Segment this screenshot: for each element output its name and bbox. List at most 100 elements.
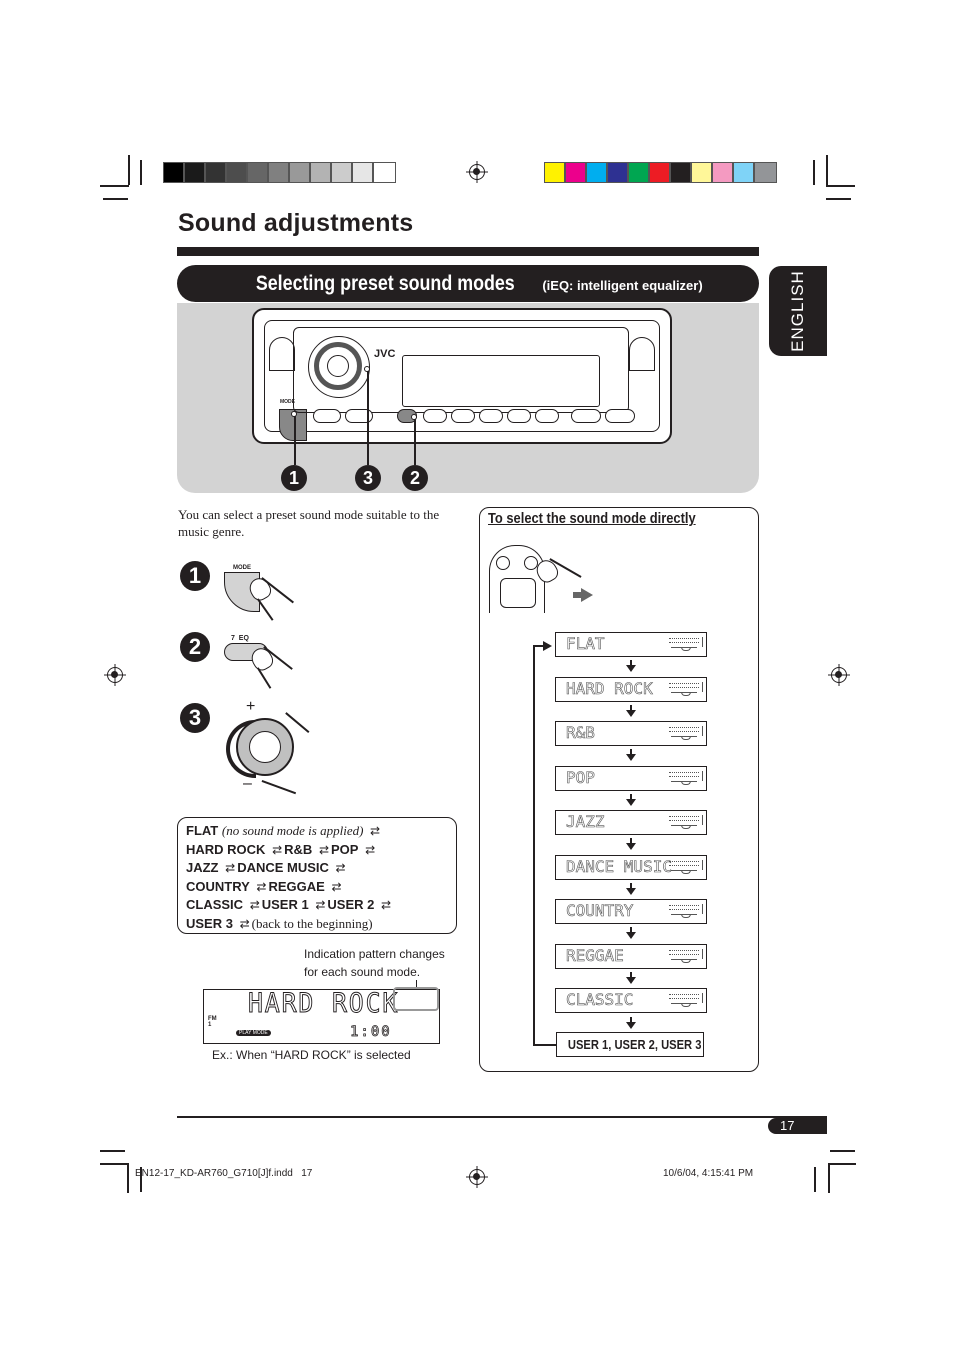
sound-mode-name: REGGAE bbox=[268, 878, 325, 894]
sound-mode-name: COUNTRY bbox=[186, 878, 250, 894]
mode-display-jazz: JAZZ bbox=[555, 810, 707, 835]
arrow-down-icon bbox=[626, 660, 636, 672]
registration-mark-icon bbox=[107, 667, 123, 683]
time-readout: 1:00 bbox=[350, 1024, 392, 1041]
sequence-line: CLASSIC ⇄ USER 1 ⇄ USER 2 ⇄ bbox=[186, 896, 448, 915]
user-modes-label: USER 1, USER 2, USER 3 bbox=[567, 1037, 702, 1052]
callout-1: 1 bbox=[281, 465, 307, 491]
sound-mode-name: CLASSIC bbox=[186, 897, 244, 912]
eq-button-label: 7 EQ bbox=[231, 635, 249, 642]
sequence-line: FLAT (no sound mode is applied) ⇄ bbox=[186, 822, 448, 841]
crop-mark bbox=[826, 185, 855, 187]
sound-mode-name: DANCE MUSIC bbox=[237, 860, 329, 875]
finger-outline bbox=[285, 712, 310, 733]
crop-mark bbox=[813, 160, 815, 185]
mode-display-text: FLAT bbox=[566, 634, 605, 654]
language-label: ENGLISH bbox=[788, 270, 807, 352]
mode-display-reggae: REGGAE bbox=[555, 944, 707, 969]
sound-mode-name: FLAT bbox=[186, 823, 219, 838]
direct-select-title: To select the sound mode directly bbox=[488, 510, 696, 527]
cycle-arrows-icon: ⇄ bbox=[239, 916, 250, 931]
cycle-arrows-icon: ⇄ bbox=[256, 879, 266, 894]
crop-mark bbox=[128, 155, 130, 185]
language-tab: ENGLISH bbox=[769, 266, 827, 356]
brand-logo: JVC bbox=[374, 348, 396, 360]
mode-display-text: DANCE MUSIC bbox=[566, 857, 673, 877]
example-caption: Ex.: When “HARD ROCK” is selected bbox=[212, 1048, 411, 1062]
eq-pattern-icon bbox=[669, 904, 703, 919]
mode-display-text: CLASSIC bbox=[566, 990, 634, 1010]
footer-rule bbox=[177, 1116, 827, 1118]
sequence-line: HARD ROCK ⇄ R&B ⇄ POP ⇄ bbox=[186, 841, 448, 860]
registration-mark-icon bbox=[831, 667, 847, 683]
display-text: HARD ROCK bbox=[248, 988, 400, 1020]
sound-mode-sequence: FLAT (no sound mode is applied) ⇄ HARD RO… bbox=[177, 817, 457, 934]
arrow-down-icon bbox=[626, 927, 636, 939]
release-button bbox=[269, 337, 295, 371]
cycle-arrows-icon: ⇄ bbox=[318, 842, 329, 857]
preset-button bbox=[571, 409, 601, 423]
section-subtitle: (iEQ: intelligent equalizer) bbox=[542, 278, 703, 293]
eq-pattern-icon bbox=[669, 993, 703, 1008]
callout-dot bbox=[411, 414, 417, 420]
dial-ring bbox=[314, 342, 362, 390]
color-swatch bbox=[353, 163, 374, 182]
crop-mark bbox=[828, 1163, 856, 1165]
section-header: Selecting preset sound modes (iEQ: intel… bbox=[177, 265, 759, 302]
cycle-arrows-icon: ⇄ bbox=[381, 898, 391, 912]
mode-button-label: MODE bbox=[233, 565, 251, 571]
band-indicator: FM 1 bbox=[208, 1016, 217, 1028]
sound-mode-name: USER 2 bbox=[327, 897, 375, 912]
mode-display-text: HARD ROCK bbox=[566, 679, 653, 699]
imprint-timestamp: 10/6/04, 4:15:41 PM bbox=[663, 1168, 754, 1179]
color-swatch bbox=[566, 163, 587, 182]
mode-display-hard-rock: HARD ROCK bbox=[555, 677, 707, 702]
registration-mark-icon bbox=[469, 1169, 485, 1185]
arrow-down-icon bbox=[626, 1017, 636, 1029]
unit-frame: MODE JVC bbox=[264, 320, 660, 441]
sequence-line: USER 3 ⇄ (back to the beginning) bbox=[186, 915, 448, 934]
arrow-down-icon bbox=[626, 794, 636, 806]
finger-outline bbox=[257, 667, 272, 689]
eq-pattern-icon bbox=[669, 682, 703, 697]
page-number: 17 bbox=[768, 1118, 827, 1134]
cycle-arrows-icon: ⇄ bbox=[331, 879, 341, 894]
eq-pattern-highlight bbox=[393, 987, 439, 1011]
select-button bbox=[496, 556, 510, 570]
sequence-line: JAZZ ⇄ DANCE MUSIC ⇄ bbox=[186, 859, 448, 878]
unit-face: JVC bbox=[293, 327, 629, 413]
arrow-down-icon bbox=[626, 883, 636, 895]
color-swatch bbox=[734, 163, 755, 182]
crop-mark bbox=[828, 1163, 830, 1193]
preset-button bbox=[451, 409, 475, 423]
cycle-arrows-icon: ⇄ bbox=[335, 861, 346, 875]
arrow-down-icon bbox=[626, 705, 636, 717]
band-number: 1 bbox=[208, 1022, 212, 1028]
mode-display-text: JAZZ bbox=[566, 812, 605, 832]
eq-pattern-icon bbox=[669, 726, 703, 741]
step-2-badge: 2 bbox=[180, 632, 210, 662]
mode-display-flat: FLAT bbox=[555, 632, 707, 657]
arrow-right-icon bbox=[581, 588, 593, 602]
color-swatch bbox=[587, 163, 608, 182]
crop-mark bbox=[100, 1163, 128, 1165]
color-swatch bbox=[755, 163, 776, 182]
crop-mark bbox=[826, 198, 851, 200]
unit-display bbox=[402, 355, 600, 407]
step-3-badge: 3 bbox=[180, 703, 210, 733]
preset-button bbox=[605, 409, 635, 423]
dial-center bbox=[249, 731, 281, 763]
color-swatch bbox=[713, 163, 734, 182]
color-swatch bbox=[332, 163, 353, 182]
sound-mode-name: R&B bbox=[284, 841, 313, 857]
callout-2: 2 bbox=[402, 465, 428, 491]
side-button bbox=[629, 337, 655, 371]
sound-mode-name: JAZZ bbox=[186, 860, 219, 875]
color-swatch bbox=[185, 163, 206, 182]
note-line-2: for each sound mode. bbox=[304, 965, 421, 979]
color-swatch bbox=[206, 163, 227, 182]
crop-mark bbox=[140, 160, 142, 185]
dial-center bbox=[327, 355, 349, 377]
crop-mark bbox=[830, 1150, 855, 1152]
sequence-note: (back to the beginning) bbox=[251, 915, 373, 931]
